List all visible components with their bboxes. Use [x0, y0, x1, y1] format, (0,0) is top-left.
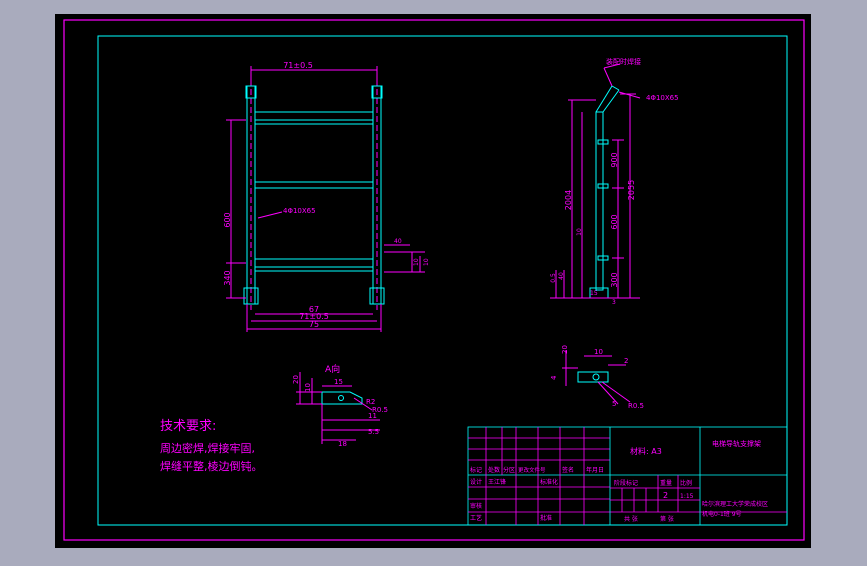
cad-window: 71±0.5 600 340 67 71±0.5 75 4Φ10X65 40 1… — [0, 0, 867, 562]
scale-label: 比例 — [680, 479, 692, 487]
side-dim-3: 3 — [612, 299, 616, 306]
view-a-dim-15: 15 — [334, 378, 343, 386]
designer-name: 王江锋 — [488, 478, 506, 486]
sheet-no: 第 张 — [660, 515, 674, 523]
detail-dim-2: 2 — [624, 357, 628, 365]
front-bottom-dim-3: 75 — [309, 320, 319, 329]
ratio-value: 1:15 — [680, 493, 694, 500]
front-top-dim: 71±0.5 — [283, 61, 313, 70]
view-a-dim-20: 20 — [292, 375, 300, 384]
view-a-dim-10: 10 — [304, 383, 312, 392]
part-name: 电梯导轨支撑架 — [712, 439, 761, 448]
weight-label: 重量 — [660, 479, 672, 487]
detail-note-r: R0.5 — [628, 402, 644, 410]
side-dim-900: 900 — [610, 152, 619, 167]
front-right-dim-3: 10 — [423, 258, 430, 266]
view-a-dim-55: 5.5 — [368, 428, 379, 436]
view-a-dim-11: 11 — [368, 412, 377, 420]
front-height-dim: 600 — [223, 212, 232, 227]
stage-label: 阶段标记 — [614, 479, 638, 487]
view-a-r2: R2 — [366, 398, 375, 406]
tech-notes-title: 技术要求: — [160, 419, 216, 434]
front-right-dim-1: 40 — [394, 238, 402, 245]
side-callout: 装配时焊接 — [606, 57, 641, 66]
header-zone: 分区 — [503, 466, 515, 474]
standardization-label: 标准化 — [540, 478, 558, 486]
side-dim-600: 600 — [610, 214, 619, 229]
detail-note-5: 5 — [612, 400, 616, 408]
header-date: 年月日 — [586, 466, 604, 474]
front-right-dim-2: 10 — [413, 258, 420, 266]
view-a-dim-18: 18 — [338, 440, 347, 448]
row-process: 工艺 — [470, 514, 482, 522]
sheet-total: 共 张 — [624, 515, 638, 523]
scale-value: 2 — [663, 491, 668, 500]
side-dim-05: 0.5 — [550, 273, 557, 283]
detail-dim-10: 10 — [594, 348, 603, 356]
front-lower-dim: 340 — [223, 270, 232, 285]
header-sign: 签名 — [562, 466, 574, 474]
company-line-2: 机电0-1班 9号 — [702, 510, 742, 518]
header-mark: 标记 — [470, 466, 482, 474]
material-label: 材料: A3 — [630, 446, 662, 456]
side-dim-10: 10 — [576, 228, 583, 236]
approve-label: 批准 — [540, 514, 552, 522]
side-dim-15: 15 — [590, 290, 598, 297]
header-change-doc: 更改文件号 — [518, 466, 546, 474]
row-design: 设计 — [470, 478, 482, 486]
view-a-title: A向 — [325, 363, 340, 375]
side-dim-300: 300 — [610, 272, 619, 287]
header-count: 处数 — [488, 466, 500, 474]
drawing-canvas[interactable]: 71±0.5 600 340 67 71±0.5 75 4Φ10X65 40 1… — [0, 0, 867, 562]
detail-dim-20: 20 — [561, 345, 569, 354]
side-hole-note: 4Φ10X65 — [646, 94, 679, 102]
company-line-1: 哈尔滨理工大学荣成校区 — [702, 500, 768, 508]
side-dim-2055: 2055 — [627, 180, 636, 200]
side-dim-2004: 2004 — [564, 190, 573, 210]
row-review: 审核 — [470, 502, 482, 510]
tech-notes-line-2: 焊缝平整,棱边倒钝。 — [160, 459, 263, 473]
tech-notes-line-1: 周边密焊,焊接牢固, — [160, 441, 255, 455]
side-dim-40: 40 — [558, 272, 565, 280]
detail-dim-4: 4 — [550, 375, 558, 380]
front-hole-note: 4Φ10X65 — [283, 207, 316, 215]
